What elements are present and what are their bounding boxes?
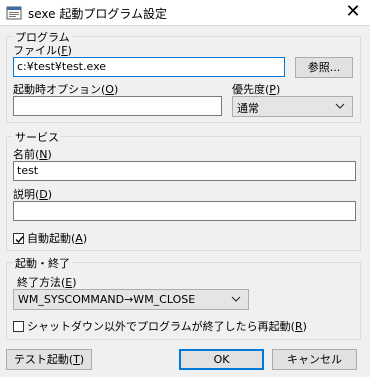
close-icon[interactable]: ✕ — [336, 0, 370, 26]
priority-select-value: 通常 — [237, 102, 259, 115]
service-group-legend: サービス — [13, 129, 61, 145]
startup-options-input[interactable] — [13, 96, 222, 116]
ok-button[interactable]: OK — [179, 349, 264, 370]
file-path-input[interactable]: c:¥test¥test.exe — [13, 57, 285, 77]
browse-button[interactable]: 参照... — [295, 57, 353, 78]
startstop-group-legend: 起動・終了 — [13, 255, 72, 271]
description-label: 説明(D) — [13, 188, 53, 201]
chevron-down-icon — [230, 293, 242, 305]
priority-label: 優先度(P) — [232, 83, 281, 96]
service-description-input[interactable] — [13, 201, 356, 221]
options-label: 起動時オプション(O) — [13, 83, 119, 96]
file-label: ファイル(F) — [13, 44, 72, 57]
restart-label: シャットダウン以外でプログラムが終了したら再起動(R) — [27, 320, 307, 333]
restart-checkbox[interactable]: シャットダウン以外でプログラムが終了したら再起動(R) — [13, 318, 307, 334]
autostart-label: 自動起動(A) — [27, 232, 88, 245]
service-name-input[interactable]: test — [13, 161, 356, 181]
name-label: 名前(N) — [13, 148, 52, 161]
restart-checkbox-box[interactable] — [13, 321, 24, 332]
window-title: sexe 起動プログラム設定 — [28, 7, 167, 21]
app-window-icon — [6, 5, 22, 21]
exit-method-select[interactable]: WM_SYSCOMMAND→WM_CLOSE — [13, 289, 249, 310]
priority-select[interactable]: 通常 — [232, 96, 353, 117]
chevron-down-icon — [334, 100, 346, 112]
title-bar: sexe 起動プログラム設定 ✕ — [0, 0, 370, 26]
exit-method-label: 終了方法(E) — [17, 276, 77, 289]
exit-method-select-value: WM_SYSCOMMAND→WM_CLOSE — [18, 293, 196, 306]
test-launch-button[interactable]: テスト起動(T) — [6, 349, 92, 370]
autostart-checkbox[interactable]: 自動起動(A) — [13, 230, 87, 246]
autostart-checkbox-box[interactable] — [13, 233, 24, 244]
cancel-button[interactable]: キャンセル — [272, 349, 357, 370]
